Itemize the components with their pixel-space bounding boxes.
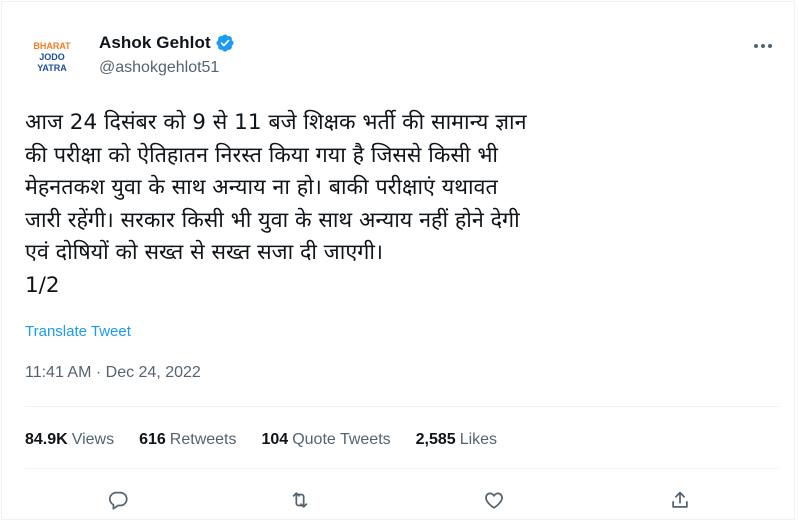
verified-badge-icon: [216, 34, 234, 52]
more-options-icon[interactable]: [750, 36, 776, 56]
retweet-icon: [292, 492, 308, 508]
author-handle[interactable]: @ashokgehlot51: [99, 59, 219, 77]
likes-stat[interactable]: 2,585 Likes: [416, 431, 497, 449]
quote-tweets-count: 104: [261, 431, 289, 448]
views-label: Views: [71, 431, 115, 448]
author-name-row[interactable]: Ashok Gehlot: [99, 33, 235, 53]
retweets-count: 616: [139, 431, 166, 448]
svg-text:JODO: JODO: [39, 52, 65, 62]
like-button[interactable]: [481, 487, 507, 513]
like-icon: [485, 492, 503, 509]
bharat-jodo-yatra-logo: BHARAT JODO YATRA: [28, 32, 76, 80]
svg-text:BHARAT: BHARAT: [33, 41, 71, 51]
share-icon: [672, 491, 688, 508]
retweets-label: Retweets: [169, 431, 237, 448]
svg-text:YATRA: YATRA: [37, 63, 67, 73]
reply-icon: [109, 491, 128, 510]
retweet-button[interactable]: [287, 487, 313, 513]
likes-label: Likes: [459, 431, 498, 448]
retweets-stat[interactable]: 616 Retweets: [139, 431, 236, 449]
engagement-stats: 84.9K Views 616 Retweets 104 Quote Tweets 2…: [25, 431, 522, 449]
quote-tweets-stat[interactable]: 104 Quote Tweets: [262, 431, 391, 449]
share-button[interactable]: [667, 487, 693, 513]
author-name[interactable]: Ashok Gehlot: [99, 33, 211, 53]
translate-tweet-link[interactable]: Translate Tweet: [25, 323, 131, 340]
divider: [25, 406, 779, 407]
views-count: 84.9K: [25, 431, 68, 448]
avatar[interactable]: BHARAT JODO YATRA: [28, 32, 76, 80]
tweet-text: आज 24 दिसंबर को 9 से 11 बजे शिक्षक भर्ती…: [25, 110, 527, 298]
tweet-card: BHARAT JODO YATRA Ashok Gehlot @ashokgeh…: [1, 1, 795, 520]
reply-button[interactable]: [105, 487, 131, 513]
likes-count: 2,585: [415, 431, 456, 448]
views-stat[interactable]: 84.9K Views: [25, 431, 114, 449]
divider: [25, 468, 779, 469]
quote-tweets-label: Quote Tweets: [292, 431, 391, 448]
tweet-timestamp[interactable]: 11:41 AM · Dec 24, 2022: [25, 364, 201, 382]
